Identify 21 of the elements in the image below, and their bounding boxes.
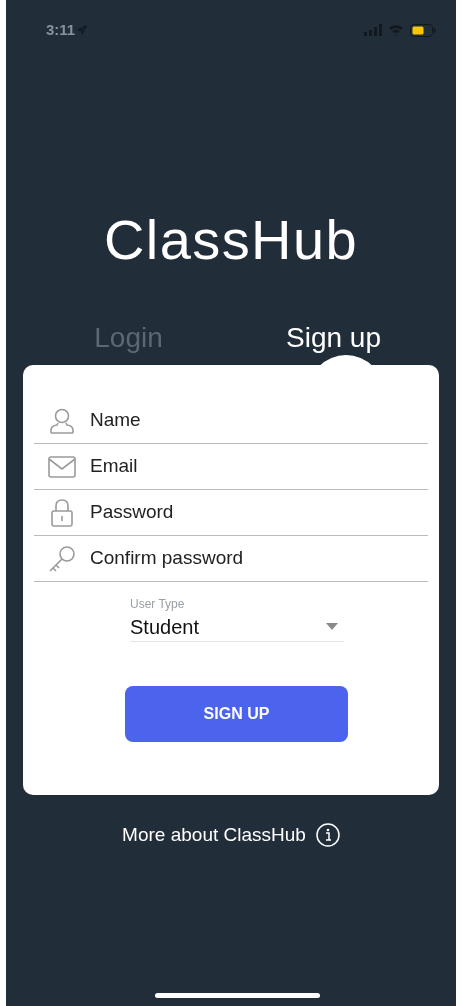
wifi-icon <box>388 24 404 36</box>
person-icon <box>48 406 76 435</box>
user-type-label: User Type <box>130 596 186 612</box>
signal-icon <box>364 24 382 36</box>
envelope-icon <box>48 455 76 478</box>
app-title: ClassHub <box>103 207 359 273</box>
location-arrow-icon <box>77 25 88 35</box>
info-icon[interactable] <box>315 823 340 848</box>
battery-icon <box>410 23 436 37</box>
tab[interactable]: Sign up <box>286 322 381 354</box>
user-type-dropdown[interactable]: Student <box>130 612 344 642</box>
sign-up-button[interactable]: SIGN UP <box>125 686 348 742</box>
padlock-icon <box>50 497 74 528</box>
input-field[interactable]: Name <box>90 406 428 435</box>
key-icon <box>48 544 76 573</box>
more-about-link[interactable]: More about ClassHub <box>122 821 306 850</box>
input-field[interactable]: Email <box>90 452 428 481</box>
input-field[interactable]: Password <box>90 498 428 527</box>
input-field[interactable]: Confirm password <box>90 544 428 573</box>
caret-down-icon <box>326 623 338 630</box>
status-time: 3:11 <box>46 19 76 40</box>
